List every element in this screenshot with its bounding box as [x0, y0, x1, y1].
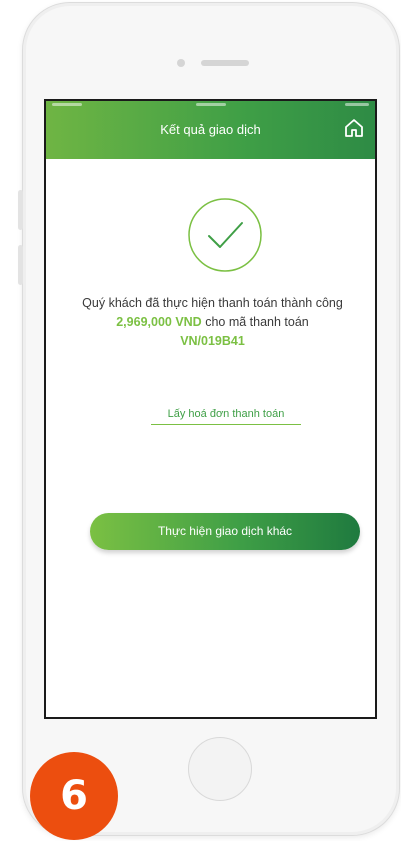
home-icon: [345, 119, 363, 137]
app-screen: Kết quả giao dịch Quý khách đã thực hiện…: [44, 99, 377, 719]
app-header: Kết quả giao dịch: [46, 101, 375, 159]
earpiece-speaker: [201, 60, 249, 66]
check-circle-icon: [188, 198, 262, 272]
result-message: Quý khách đã thực hiện thanh toán thành …: [66, 294, 359, 351]
payment-code: VN/019B41: [180, 334, 245, 348]
page-title: Kết quả giao dịch: [160, 122, 261, 137]
status-bar: [46, 101, 375, 113]
phone-side-button: [18, 190, 23, 230]
phone-side-button: [18, 245, 23, 285]
home-button[interactable]: [343, 117, 365, 139]
message-text: Quý khách đã thực hiện thanh toán thành …: [82, 296, 343, 310]
new-transaction-button[interactable]: Thực hiện giao dịch khác: [90, 513, 360, 550]
phone-home-button: [188, 737, 252, 801]
step-number-badge: 6: [30, 752, 118, 840]
amount-value: 2,969,000 VND: [116, 315, 202, 329]
message-text: cho mã thanh toán: [201, 315, 309, 329]
get-invoice-link[interactable]: Lấy hoá đơn thanh toán: [151, 408, 301, 425]
front-camera: [177, 59, 185, 67]
